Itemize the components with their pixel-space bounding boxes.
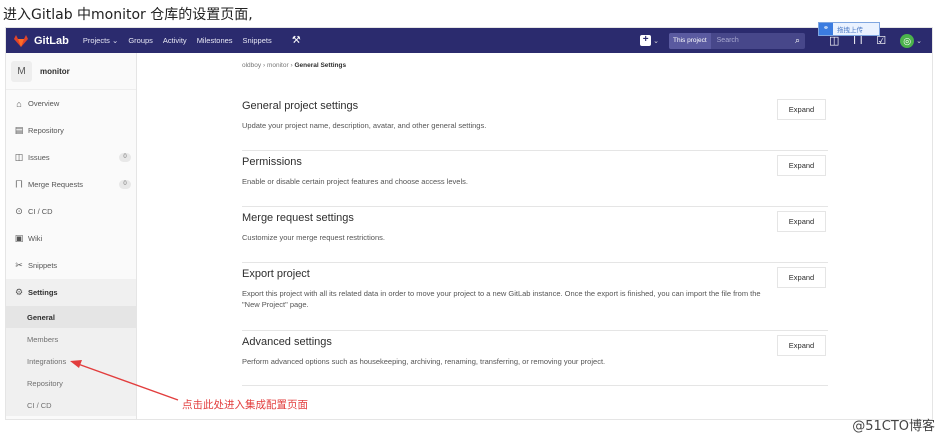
sidebar-item-label: Issues	[28, 153, 50, 162]
issues-count-badge: 0	[119, 153, 131, 162]
search-icon[interactable]: ⌕	[795, 35, 800, 46]
sidebar-item-label: Overview	[28, 99, 60, 108]
sidebar-item-repository[interactable]: ▤ Repository	[6, 117, 136, 144]
section-description: Export this project with all its related…	[242, 289, 761, 309]
project-avatar: M	[11, 60, 32, 82]
search-box[interactable]: This project Search ⌕	[669, 32, 806, 49]
nav-activity[interactable]: Activity	[163, 36, 187, 45]
user-avatar-icon[interactable]: ◎	[900, 33, 915, 48]
settings-section-permissions: Permissions Enable or disable certain pr…	[242, 155, 828, 207]
project-header[interactable]: M monitor	[6, 53, 136, 90]
gear-icon: ⚙	[14, 287, 24, 297]
settings-group: ⚙ Settings General Members Integrations …	[6, 279, 136, 416]
sidebar-item-issues[interactable]: ◫ Issues 0	[6, 144, 136, 171]
wiki-icon: ▣	[14, 233, 24, 243]
section-description: Customize your merge request restriction…	[242, 233, 385, 242]
sidebar-item-snippets[interactable]: ✂ Snippets	[6, 252, 136, 279]
expand-button[interactable]: Expand	[777, 267, 826, 288]
sidebar-item-wiki[interactable]: ▣ Wiki	[6, 225, 136, 252]
gitlab-screenshot: GitLab Projects ⌄ Groups Activity Milest…	[5, 27, 933, 420]
book-icon: ▤	[14, 125, 24, 135]
expand-button[interactable]: Expand	[777, 155, 826, 176]
settings-sub-repository[interactable]: Repository	[6, 372, 136, 394]
merge-requests-count-badge: 0	[119, 180, 131, 189]
settings-section-advanced: Advanced settings Perform advanced optio…	[242, 335, 828, 386]
settings-section-general: General project settings Update your pro…	[242, 99, 828, 151]
settings-section-export: Export project Export this project with …	[242, 267, 828, 331]
breadcrumb-current: General Settings	[294, 62, 347, 69]
section-title: General project settings	[242, 100, 359, 112]
nav-groups[interactable]: Groups	[128, 36, 153, 45]
section-title: Merge request settings	[242, 212, 354, 224]
admin-wrench-icon[interactable]: ⚒	[292, 35, 301, 46]
nav-projects[interactable]: Projects ⌄	[83, 36, 118, 45]
sidebar-item-label: Snippets	[28, 261, 58, 270]
new-plus-icon[interactable]: +	[640, 35, 652, 46]
section-description: Perform advanced options such as houseke…	[242, 357, 606, 366]
section-description: Enable or disable certain project featur…	[242, 177, 468, 186]
expand-button[interactable]: Expand	[777, 335, 826, 356]
sidebar-item-ci-cd[interactable]: ⊙ CI / CD	[6, 198, 136, 225]
nav-milestones[interactable]: Milestones	[197, 36, 233, 45]
pipeline-icon: ⊙	[15, 206, 23, 216]
scissors-icon: ✂	[15, 260, 23, 270]
gitlab-fox-icon	[14, 34, 28, 47]
breadcrumb-project[interactable]: monitor	[267, 62, 289, 69]
settings-sub-members[interactable]: Members	[6, 328, 136, 350]
sidebar-item-settings[interactable]: ⚙ Settings	[6, 279, 136, 306]
breadcrumb: oldboy › monitor › General Settings	[242, 62, 346, 69]
project-sidebar: M monitor ⌂ Overview ▤ Repository ◫ Issu…	[6, 53, 137, 419]
upload-icon: ⚭	[819, 23, 833, 35]
top-navbar: GitLab Projects ⌄ Groups Activity Milest…	[6, 28, 932, 53]
avatar-chevron-icon[interactable]: ⌄	[916, 37, 922, 45]
annotation-text: 点击此处进入集成配置页面	[182, 399, 308, 411]
sidebar-item-overview[interactable]: ⌂ Overview	[6, 90, 136, 117]
settings-sub-integrations[interactable]: Integrations	[6, 350, 136, 372]
watermark: @51CTO博客	[852, 419, 935, 434]
main-content: oldboy › monitor › General Settings Gene…	[137, 53, 932, 419]
brand-name: GitLab	[34, 34, 69, 47]
sidebar-item-label: CI / CD	[28, 207, 53, 216]
article-caption: 进入Gitlab 中monitor 仓库的设置页面,	[3, 7, 253, 23]
section-title: Export project	[242, 268, 310, 280]
nav-snippets[interactable]: Snippets	[243, 36, 272, 45]
search-scope-badge[interactable]: This project	[669, 32, 711, 49]
search-input[interactable]: Search	[717, 37, 795, 44]
sidebar-item-label: Wiki	[28, 234, 43, 243]
issues-icon: ◫	[14, 152, 24, 162]
sidebar-item-label: Settings	[28, 288, 58, 297]
home-icon: ⌂	[16, 98, 22, 109]
settings-sub-ci-cd[interactable]: CI / CD	[6, 394, 136, 416]
chevron-down-icon[interactable]: ⌄	[653, 37, 659, 45]
drag-upload-tooltip[interactable]: ⚭ 拖拽上传	[818, 22, 880, 36]
expand-button[interactable]: Expand	[777, 99, 826, 120]
sidebar-item-label: Merge Requests	[28, 180, 84, 189]
sidebar-item-label: Repository	[28, 126, 64, 135]
section-description: Update your project name, description, a…	[242, 121, 487, 130]
breadcrumb-group[interactable]: oldboy	[242, 62, 261, 69]
section-title: Advanced settings	[242, 336, 332, 348]
expand-button[interactable]: Expand	[777, 211, 826, 232]
settings-sub-general[interactable]: General	[6, 306, 136, 328]
sidebar-item-merge-requests[interactable]: ⨅ Merge Requests 0	[6, 171, 136, 198]
project-name: monitor	[40, 66, 70, 76]
gitlab-logo[interactable]: GitLab	[14, 34, 83, 47]
section-title: Permissions	[242, 156, 302, 168]
settings-section-merge-requests: Merge request settings Customize your me…	[242, 211, 828, 263]
merge-icon: ⨅	[15, 179, 23, 189]
tooltip-label: 拖拽上传	[837, 27, 863, 34]
